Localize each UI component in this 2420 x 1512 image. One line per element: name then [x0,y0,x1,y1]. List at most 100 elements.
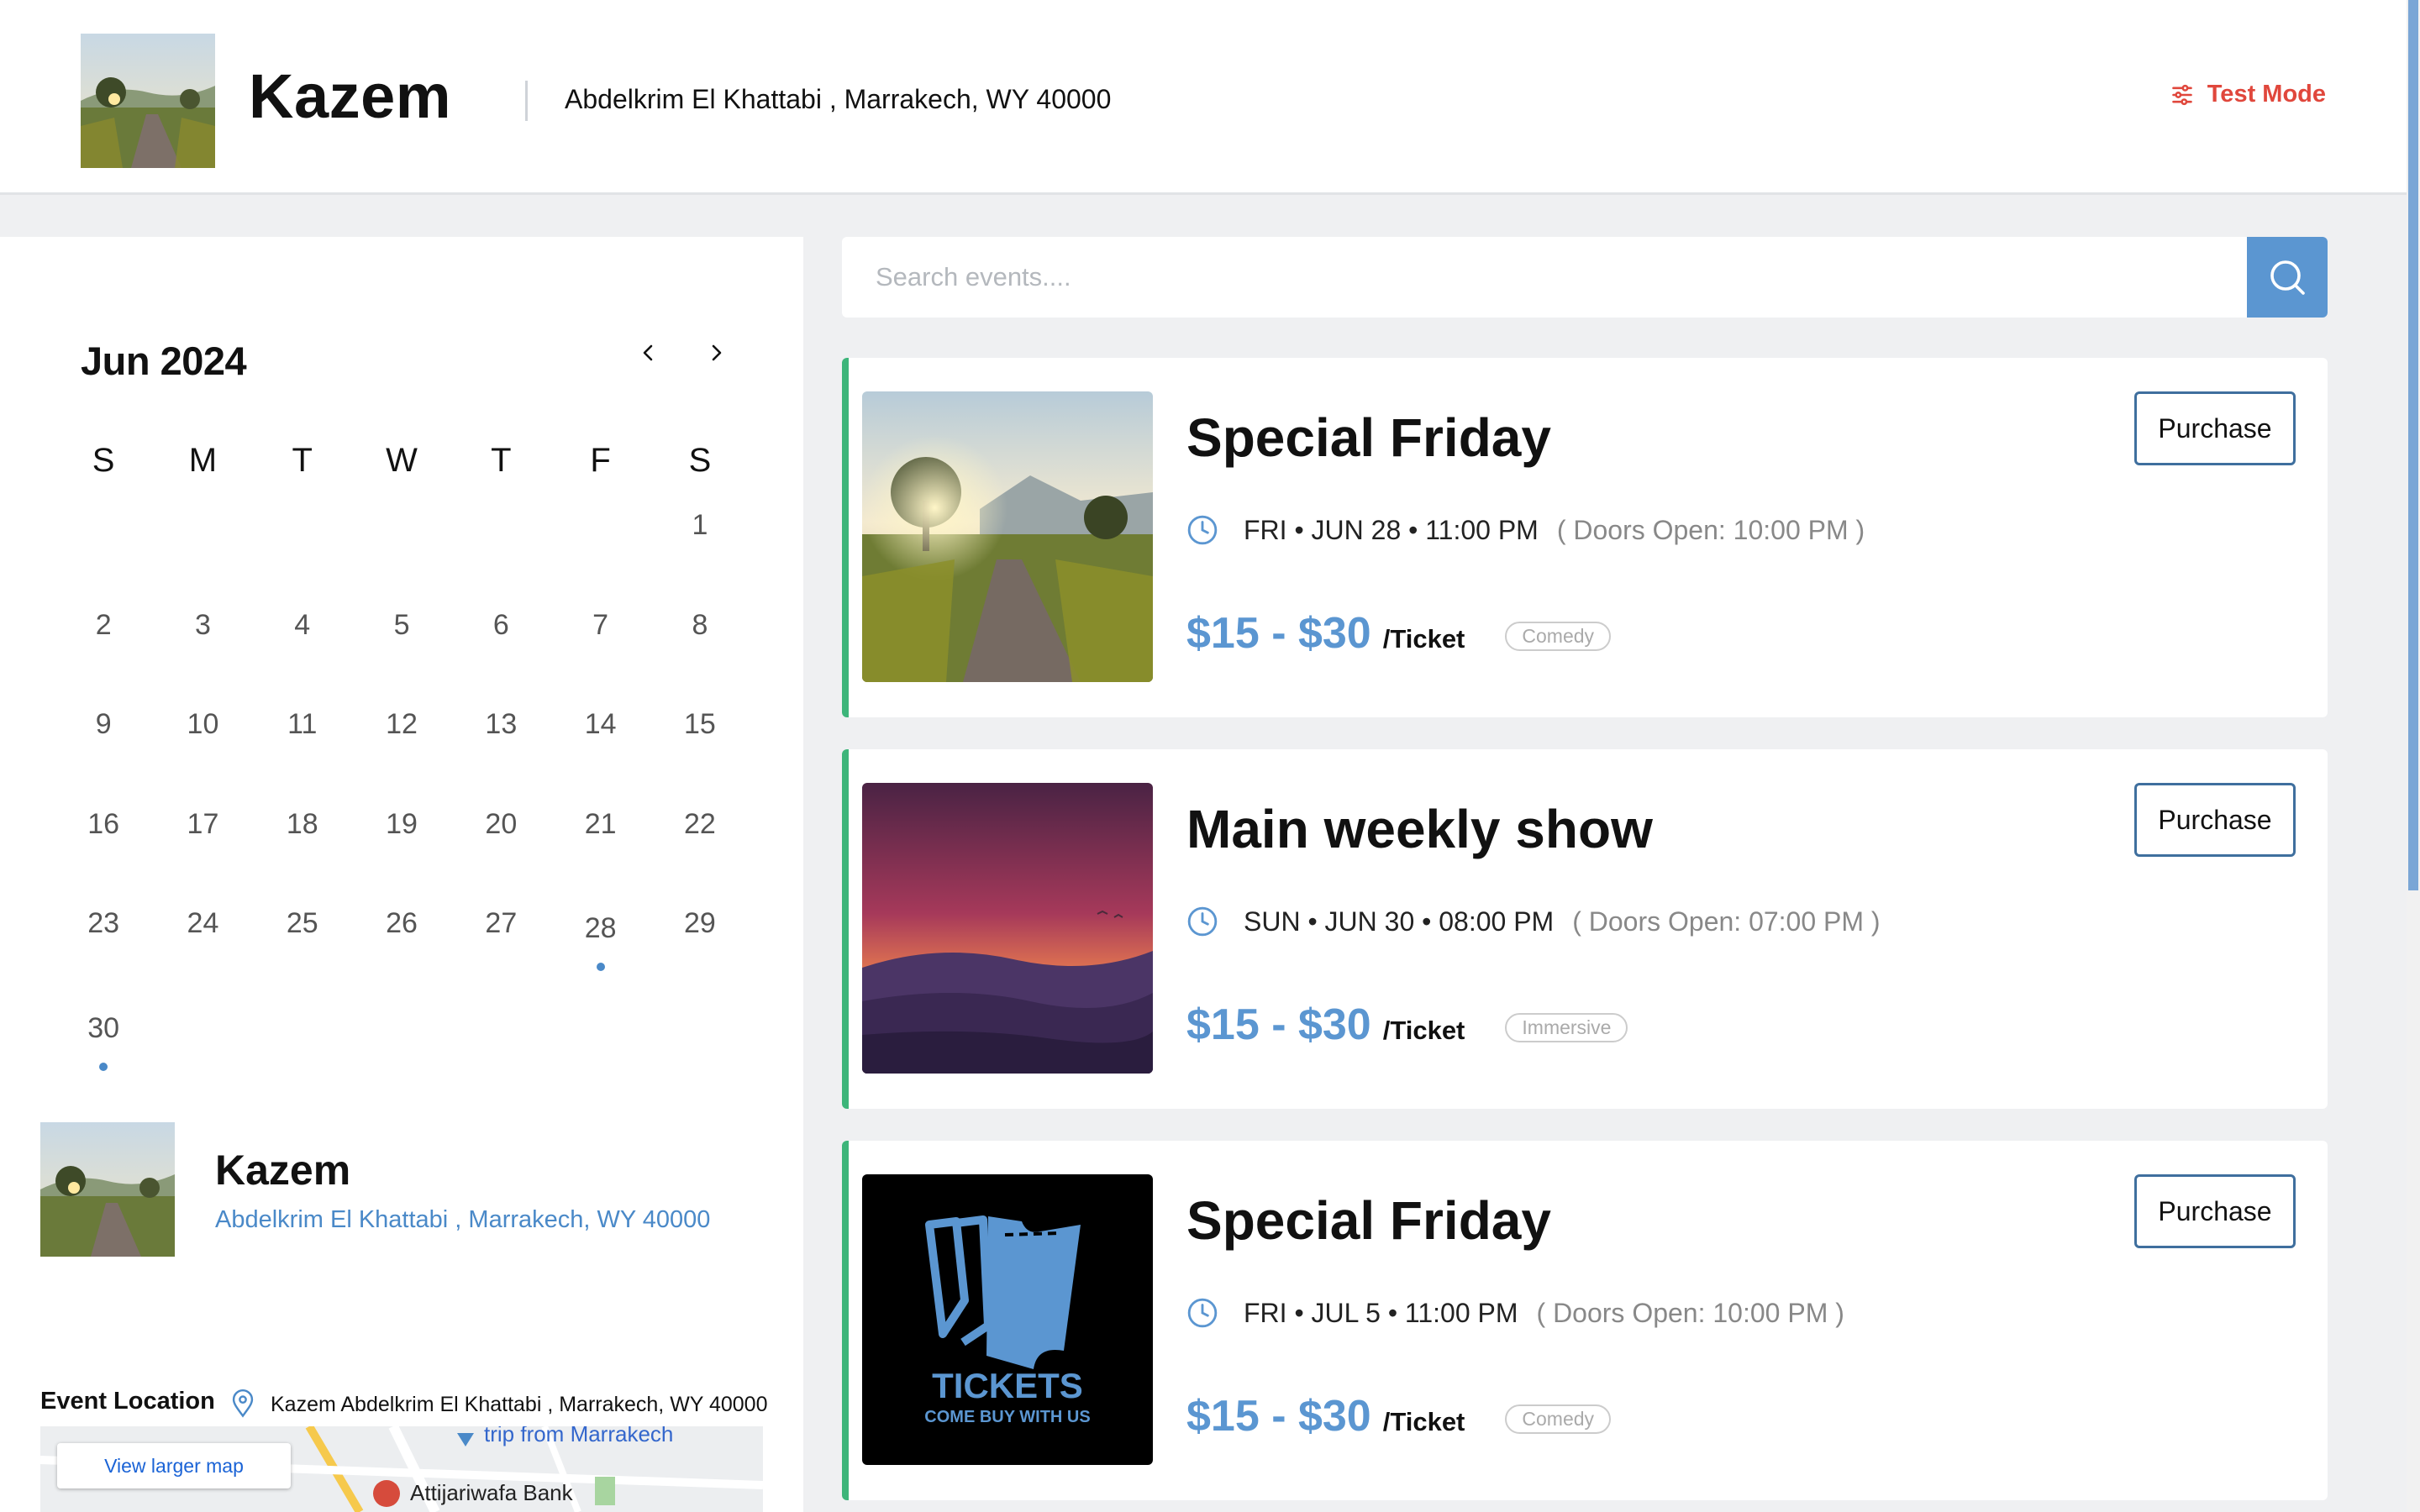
calendar-day[interactable]: 15 [650,698,750,798]
page-scrollbar-thumb[interactable] [2408,0,2418,890]
calendar-day[interactable]: 2 [54,599,153,699]
calendar-day[interactable]: 14 [550,698,650,798]
calendar-day[interactable]: 5 [352,599,451,699]
calendar-day[interactable]: 29 [650,897,750,997]
calendar-blank-cell [451,499,550,599]
calendar-day[interactable]: 11 [253,698,352,798]
calendar-day[interactable]: 6 [451,599,550,699]
event-price: $15 - $30 [1186,609,1371,658]
location-map[interactable]: trip from Marrakech Attijariwafa Bank Vi… [40,1426,763,1512]
event-location-address: Kazem Abdelkrim El Khattabi , Marrakech,… [271,1393,768,1416]
event-price: $15 - $30 [1186,1392,1371,1441]
price-unit: /Ticket [1382,1407,1465,1436]
event-category-tag: Comedy [1505,622,1612,651]
calendar-day[interactable]: 13 [451,698,550,798]
calendar-day[interactable]: 23 [54,897,153,997]
calendar-day-number: 10 [187,708,219,740]
event-location-label: Event Location [40,1388,215,1415]
purchase-button[interactable]: Purchase [2134,391,2296,465]
calendar-day[interactable]: 27 [451,897,550,997]
calendar-day[interactable]: 25 [253,897,352,997]
calendar-day[interactable]: 1 [650,499,750,599]
event-datetime: FRI • JUL 5 • 11:00 PM ( Doors Open: 10:… [1186,1297,1844,1329]
chevron-right-icon [712,344,722,361]
calendar-day-number: 18 [286,807,318,840]
calendar-day[interactable]: 18 [253,798,352,898]
event-price-row: $15 - $30 /Ticket Comedy [1186,608,1612,659]
calendar-day[interactable]: 21 [550,798,650,898]
calendar-day[interactable]: 16 [54,798,153,898]
venue-name: Kazem [215,1147,351,1194]
test-mode-label: Test Mode [2207,81,2326,108]
calendar-day[interactable]: 20 [451,798,550,898]
calendar-day-number: 27 [485,907,518,939]
weekday-label: T [491,442,512,479]
calendar-day[interactable]: 26 [352,897,451,997]
calendar-day-number: 15 [684,708,716,740]
calendar-day[interactable]: 3 [153,599,252,699]
event-title[interactable]: Special Friday [1186,407,1551,469]
calendar-day[interactable]: 28 [550,897,650,997]
view-larger-map-button[interactable]: View larger map [57,1443,291,1488]
calendar-weekday-row: SMTWTFS [54,435,750,486]
calendar-day[interactable]: 7 [550,599,650,699]
event-indicator-dot [99,1062,108,1071]
search-button[interactable] [2247,237,2328,318]
calendar-day[interactable]: 10 [153,698,252,798]
purchase-button[interactable]: Purchase [2134,783,2296,857]
event-card: Main weekly show SUN • JUN 30 • 08:00 PM… [842,749,2328,1109]
calendar-prev-button[interactable] [632,336,666,370]
calendar-day[interactable]: 24 [153,897,252,997]
price-unit: /Ticket [1382,624,1465,654]
calendar-day-number: 19 [386,807,418,840]
venue-thumbnail [40,1122,175,1257]
calendar-day[interactable]: 8 [650,599,750,699]
event-datetime: FRI • JUN 28 • 11:00 PM ( Doors Open: 10… [1186,514,1865,546]
event-title[interactable]: Main weekly show [1186,798,1653,860]
weekday-label: S [92,442,115,479]
calendar-day-number: 13 [485,708,518,740]
event-category-tag: Immersive [1505,1013,1628,1042]
purchase-button[interactable]: Purchase [2134,1174,2296,1248]
calendar-day[interactable]: 17 [153,798,252,898]
tickets-logo-subtext: COME BUY WITH US [924,1408,1091,1426]
calendar-day-number: 11 [287,708,318,740]
calendar-day[interactable]: 4 [253,599,352,699]
calendar-day-number: 25 [286,907,318,939]
tickets-logo-text: TICKETS [932,1366,1083,1405]
event-indicator-dot [596,963,605,971]
calendar-next-button[interactable] [699,336,733,370]
weekday-label: M [188,442,218,479]
sliders-icon [2171,84,2192,105]
calendar-day-number: 28 [584,912,617,944]
event-doors-open: ( Doors Open: 10:00 PM ) [1556,514,1865,545]
header-divider [525,81,528,121]
clock-icon [1187,515,1218,545]
calendar-grid: SMTWTFS 1 2 3 4 5 6 7 8 9 10 11 12 13 14 15 16 17 18 19 20 2… [54,435,750,1096]
calendar-day[interactable]: 9 [54,698,153,798]
search-input[interactable] [842,237,2247,318]
test-mode-toggle[interactable]: Test Mode [2170,81,2326,108]
calendar-day-number: 17 [187,807,219,840]
weekday-label: S [688,442,712,479]
calendar-day-number: 8 [692,608,708,641]
calendar-day-number: 4 [294,608,311,641]
calendar-blank-cell [550,499,650,599]
calendar-day[interactable]: 12 [352,698,451,798]
clock-icon [1187,906,1218,937]
event-date-text: SUN • JUN 30 • 08:00 PM [1244,906,1555,937]
calendar-day-number: 5 [393,608,410,641]
calendar-day[interactable]: 19 [352,798,451,898]
event-title[interactable]: Special Friday [1186,1189,1551,1252]
chevron-left-icon [643,344,653,361]
header-address: Abdelkrim El Khattabi , Marrakech, WY 40… [565,84,1112,114]
clock-icon [1187,1298,1218,1328]
calendar-day[interactable]: 22 [650,798,750,898]
venue-address-link[interactable]: Abdelkrim El Khattabi , Marrakech, WY 40… [215,1206,710,1234]
event-date-text: FRI • JUL 5 • 11:00 PM [1244,1297,1518,1328]
map-place-label: trip from Marrakech [484,1426,674,1446]
calendar-day[interactable]: 30 [54,997,153,1097]
calendar-day-number: 9 [95,708,112,740]
calendar-day-number: 14 [584,708,617,740]
event-card: Special Friday FRI • JUN 28 • 11:00 PM (… [842,358,2328,717]
